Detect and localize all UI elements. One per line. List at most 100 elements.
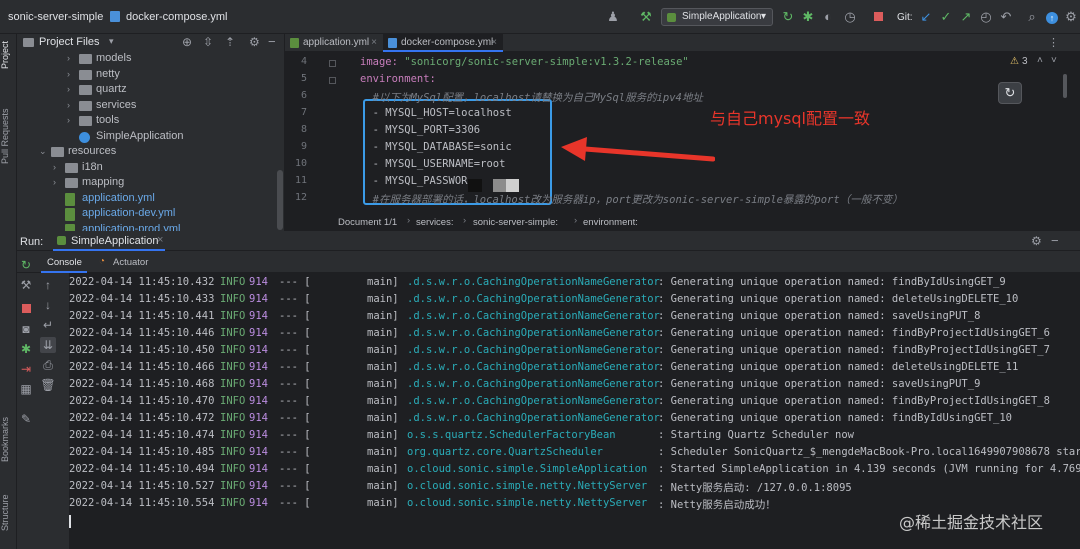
- gear-icon[interactable]: ⚙: [1031, 234, 1042, 248]
- tab-application-yml[interactable]: application.yml ×: [285, 34, 383, 52]
- rollback-icon[interactable]: ↶: [998, 9, 1014, 25]
- chevron-right-icon[interactable]: ›: [67, 84, 70, 94]
- stop-icon[interactable]: [870, 9, 886, 25]
- close-icon[interactable]: ×: [371, 34, 377, 52]
- log-logger[interactable]: .d.s.w.r.o.CachingOperationNameGenerator: [407, 293, 660, 305]
- expand-all-icon[interactable]: ⇳: [203, 35, 213, 49]
- chevron-right-icon[interactable]: ›: [53, 162, 56, 172]
- tree-item[interactable]: › models: [17, 52, 277, 68]
- warning-icon[interactable]: ⚠: [1010, 56, 1019, 67]
- run-configuration-select[interactable]: SimpleApplication ▾: [661, 8, 773, 26]
- arrow-up-icon[interactable]: ↑: [40, 277, 56, 293]
- breadcrumb-item[interactable]: environment:: [583, 217, 638, 228]
- breadcrumb-item[interactable]: Document 1/1: [338, 217, 397, 228]
- tree-item[interactable]: application.yml: [17, 192, 277, 208]
- fold-marker-icon[interactable]: [329, 60, 336, 67]
- tree-item[interactable]: › services: [17, 99, 277, 115]
- tree-item[interactable]: › quartz: [17, 83, 277, 99]
- chevron-right-icon[interactable]: ›: [67, 100, 70, 110]
- chevron-right-icon[interactable]: ›: [67, 69, 70, 79]
- search-icon[interactable]: ⌕: [1024, 9, 1040, 25]
- coverage-icon[interactable]: ◐: [820, 9, 836, 25]
- breadcrumb-item[interactable]: sonic-server-simple:: [473, 217, 558, 228]
- profile-icon[interactable]: ◷: [842, 9, 858, 25]
- git-update-icon[interactable]: ↙: [918, 9, 934, 25]
- log-logger[interactable]: .d.s.w.r.o.CachingOperationNameGenerator: [407, 276, 660, 288]
- log-logger[interactable]: .d.s.w.r.o.CachingOperationNameGenerator: [407, 412, 660, 424]
- git-commit-icon[interactable]: ✓: [938, 9, 954, 25]
- exit-icon[interactable]: ⇥: [18, 361, 34, 377]
- run-tab[interactable]: SimpleApplication ×: [53, 231, 165, 251]
- log-logger[interactable]: .d.s.w.r.o.CachingOperationNameGenerator: [407, 395, 660, 407]
- file-breadcrumb[interactable]: docker-compose.yml: [126, 11, 227, 23]
- project-view-title[interactable]: Project Files: [39, 36, 100, 48]
- hide-icon[interactable]: −: [268, 34, 276, 49]
- build-hammer-icon[interactable]: ⚒: [638, 9, 654, 25]
- rerun-icon[interactable]: ↻: [780, 9, 796, 25]
- chevron-right-icon[interactable]: ›: [53, 177, 56, 187]
- collapse-all-icon[interactable]: ⇡: [225, 35, 235, 49]
- trash-icon[interactable]: 🗑: [40, 377, 56, 393]
- arrow-down-icon[interactable]: ↓: [40, 297, 56, 313]
- tab-console[interactable]: Console: [41, 251, 87, 273]
- project-tool-tab[interactable]: Project: [0, 38, 17, 72]
- log-logger[interactable]: o.cloud.sonic.simple.netty.NettyServer: [407, 497, 647, 509]
- log-logger[interactable]: .d.s.w.r.o.CachingOperationNameGenerator: [407, 327, 660, 339]
- log-logger[interactable]: .d.s.w.r.o.CachingOperationNameGenerator: [407, 378, 660, 390]
- tab-actuator[interactable]: ◔ Actuator: [97, 251, 167, 273]
- layout-icon[interactable]: ▦: [18, 381, 34, 397]
- log-logger[interactable]: org.quartz.core.QuartzScheduler: [407, 446, 603, 458]
- hide-icon[interactable]: −: [1051, 233, 1059, 248]
- structure-tool-tab[interactable]: Structure: [0, 484, 17, 542]
- chevron-down-icon[interactable]: ⌄: [39, 146, 47, 157]
- gear-icon[interactable]: ⚙: [249, 35, 260, 49]
- breadcrumb-item[interactable]: services:: [416, 217, 453, 228]
- pull-requests-tool-tab[interactable]: Pull Requests: [0, 96, 17, 176]
- tree-item[interactable]: SimpleApplication: [17, 130, 277, 146]
- scrollbar[interactable]: [277, 170, 283, 230]
- scroll-to-end-icon[interactable]: ⇊: [40, 337, 56, 353]
- chevron-down-icon[interactable]: ▾: [109, 36, 114, 47]
- debug-bug-icon[interactable]: ✱: [800, 9, 816, 25]
- tab-docker-compose-yml[interactable]: docker-compose.yml ×: [383, 34, 503, 52]
- log-logger[interactable]: o.cloud.sonic.simple.netty.NettyServer: [407, 480, 647, 492]
- update-icon[interactable]: ↑: [1044, 9, 1060, 25]
- log-logger[interactable]: .d.s.w.r.o.CachingOperationNameGenerator: [407, 310, 660, 322]
- debug-bug-icon[interactable]: ✱: [18, 341, 34, 357]
- tree-item[interactable]: › tools: [17, 114, 277, 130]
- chevron-up-icon[interactable]: ˄: [1037, 55, 1043, 66]
- tree-item[interactable]: application-prod.yml: [17, 223, 277, 231]
- chevron-right-icon[interactable]: ›: [67, 115, 70, 125]
- more-icon[interactable]: ⋮: [1048, 36, 1059, 49]
- tree-item[interactable]: › i18n: [17, 161, 277, 177]
- close-icon[interactable]: ×: [157, 234, 163, 246]
- console-output[interactable]: 2022-04-14 11:45:10.432 INFO 914 --- [main]…: [69, 273, 1080, 549]
- soft-wrap-icon[interactable]: ↵: [40, 317, 56, 333]
- tree-item[interactable]: application-dev.yml: [17, 207, 277, 223]
- bookmarks-tool-tab[interactable]: Bookmarks: [0, 410, 17, 468]
- wrench-icon[interactable]: ⚒: [18, 277, 34, 293]
- settings-gear-icon[interactable]: ⚙: [1063, 9, 1079, 25]
- log-logger[interactable]: o.cloud.sonic.simple.SimpleApplication: [407, 463, 647, 475]
- rerun-icon[interactable]: ↻: [18, 257, 34, 273]
- stop-icon[interactable]: [18, 301, 34, 317]
- close-icon[interactable]: ×: [491, 34, 497, 52]
- log-logger[interactable]: .d.s.w.r.o.CachingOperationNameGenerator: [407, 344, 660, 356]
- log-logger[interactable]: o.s.s.quartz.SchedulerFactoryBean: [407, 429, 616, 441]
- user-icon[interactable]: ♟: [605, 9, 621, 25]
- log-logger[interactable]: .d.s.w.r.o.CachingOperationNameGenerator: [407, 361, 660, 373]
- locate-icon[interactable]: ⊕: [182, 35, 192, 49]
- history-icon[interactable]: ◴: [978, 9, 994, 25]
- git-push-icon[interactable]: ↗: [958, 9, 974, 25]
- print-icon[interactable]: ⎙: [40, 357, 56, 373]
- scrollbar[interactable]: [1063, 74, 1067, 98]
- reload-changes-button[interactable]: ↻: [998, 82, 1022, 104]
- fold-marker-icon[interactable]: [329, 77, 336, 84]
- tree-item[interactable]: › mapping: [17, 176, 277, 192]
- tree-item[interactable]: › netty: [17, 68, 277, 84]
- chevron-right-icon[interactable]: ›: [67, 53, 70, 63]
- pin-icon[interactable]: ✎: [18, 411, 34, 427]
- chevron-down-icon[interactable]: ˅: [1051, 55, 1057, 66]
- project-breadcrumb[interactable]: sonic-server-simple: [8, 11, 103, 23]
- camera-icon[interactable]: ◙: [18, 321, 34, 337]
